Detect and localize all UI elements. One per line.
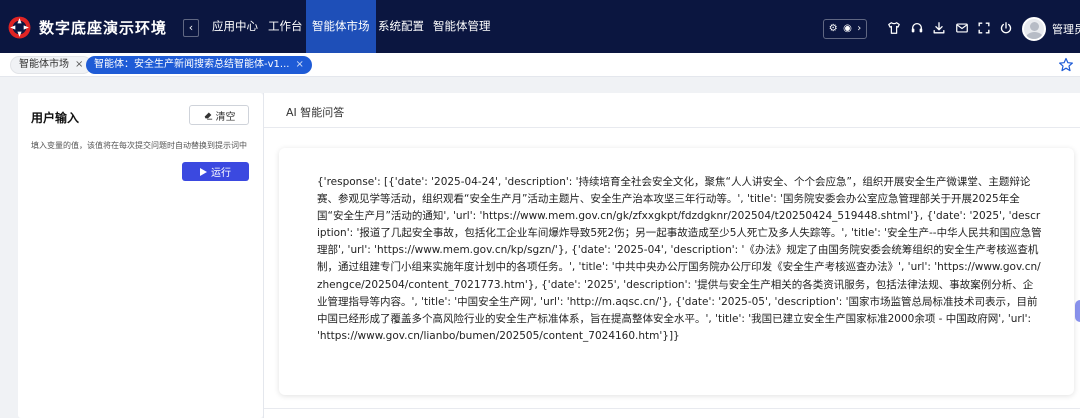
star-icon[interactable] [1058, 57, 1074, 73]
mail-icon[interactable] [955, 21, 969, 35]
top-header: 数字底座演示环境 ‹ 应用中心 工作台 智能体市场 系统配置 智能体管理 ⚙ ◉… [0, 0, 1080, 53]
settings-icon[interactable]: ⚙ [829, 24, 838, 34]
power-icon[interactable] [999, 21, 1013, 35]
tab-agent-market[interactable]: 智能体市场 × [10, 56, 93, 74]
tab-bar: 智能体市场 × 智能体：安全生产新闻搜索总结智能体-v1... × [0, 53, 1080, 77]
user-name[interactable]: 管理员 [1052, 21, 1080, 37]
panel-footer [264, 408, 1080, 418]
shirt-icon[interactable] [887, 21, 901, 35]
nav-agent-management[interactable]: 智能体管理 [427, 0, 497, 53]
tab-label: 智能体：安全生产新闻搜索总结智能体-v1... [94, 59, 290, 70]
target-icon[interactable]: ◉ [843, 24, 852, 34]
collapse-menu-button[interactable]: ‹ [183, 19, 199, 37]
nav-system-config[interactable]: 系统配置 [372, 0, 430, 53]
side-drawer-handle[interactable] [1075, 300, 1080, 322]
tab-agent-detail[interactable]: 智能体：安全生产新闻搜索总结智能体-v1... × [86, 56, 312, 74]
clear-button[interactable]: 清空 [189, 105, 249, 125]
run-button[interactable]: 运行 [182, 162, 249, 181]
tools-pill[interactable]: ⚙ ◉ › [823, 19, 867, 39]
nav-agent-market[interactable]: 智能体市场 [306, 0, 376, 53]
app-title: 数字底座演示环境 [39, 19, 168, 37]
logo-icon [8, 16, 31, 39]
eraser-icon [204, 112, 212, 120]
panel-header: AI 智能问答 [264, 93, 1080, 128]
panel-title: AI 智能问答 [286, 106, 345, 119]
close-icon[interactable]: × [75, 56, 83, 74]
nav-workbench[interactable]: 工作台 [262, 0, 309, 53]
ai-qa-panel: AI 智能问答 {'response': [{'date': '2025-04-… [263, 93, 1080, 418]
panel-title: 用户输入 [31, 111, 80, 125]
answer-text: {'response': [{'date': '2025-04-24', 'de… [317, 176, 1042, 342]
headset-icon[interactable] [910, 21, 924, 35]
run-label: 运行 [211, 168, 231, 179]
user-avatar[interactable] [1022, 17, 1046, 41]
user-input-panel: 用户输入 清空 填入变量的值，该值将在每次提交问题时自动替换到提示词中 运行 [18, 93, 263, 418]
chevron-right-icon[interactable]: › [857, 24, 861, 34]
variable-hint: 填入变量的值，该值将在每次提交问题时自动替换到提示词中 [31, 141, 247, 150]
play-icon [200, 167, 207, 176]
close-icon[interactable]: × [295, 56, 303, 74]
tab-label: 智能体市场 [19, 59, 69, 70]
fullscreen-icon[interactable] [977, 21, 991, 35]
nav-app-center[interactable]: 应用中心 [206, 0, 264, 53]
answer-card: {'response': [{'date': '2025-04-24', 'de… [279, 148, 1074, 395]
download-icon[interactable] [932, 21, 946, 35]
clear-label: 清空 [215, 111, 236, 123]
